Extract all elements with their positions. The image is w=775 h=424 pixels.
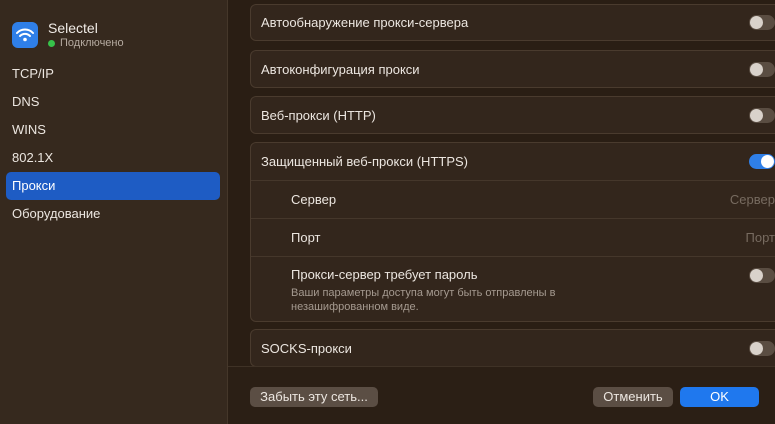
web-http-label: Веб-прокси (HTTP)	[261, 107, 376, 123]
https-port-input[interactable]: Порт	[746, 230, 775, 245]
sidebar-item-wins[interactable]: WINS	[6, 116, 220, 144]
ok-button[interactable]: OK	[680, 387, 759, 407]
sidebar-item-proxy[interactable]: Прокси	[6, 172, 220, 200]
auto-config-toggle[interactable]	[749, 61, 775, 77]
web-http-group: Веб-прокси (HTTP)	[250, 96, 775, 134]
forget-network-button[interactable]: Забыть эту сеть...	[250, 387, 378, 407]
auto-config-label: Автоконфигурация прокси	[261, 61, 420, 77]
password-required-label: Прокси-сервер требует пароль	[291, 267, 478, 282]
web-http-toggle[interactable]	[749, 107, 775, 123]
footer-bar: Забыть эту сеть... Отменить OK	[228, 366, 775, 424]
network-status-label: Подключено	[60, 37, 124, 49]
network-status: Подключено	[48, 37, 124, 50]
wifi-icon	[12, 22, 38, 48]
cancel-button[interactable]: Отменить	[593, 387, 673, 407]
web-https-toggle[interactable]	[749, 154, 775, 169]
socks-label: SOCKS-прокси	[261, 340, 352, 356]
network-header: Selectel Подключено	[12, 20, 124, 50]
auto-discovery-toggle[interactable]	[749, 15, 775, 30]
password-hint: Ваши параметры доступа могут быть отправ…	[291, 287, 556, 313]
proxy-settings-panel: Автообнаружение прокси-сервера Автоконфи…	[228, 0, 775, 424]
auto-discovery-group: Автообнаружение прокси-сервера	[250, 4, 775, 41]
socks-group: SOCKS-прокси	[250, 329, 775, 367]
password-required-toggle[interactable]	[749, 268, 775, 283]
web-https-label: Защищенный веб-прокси (HTTPS)	[261, 154, 468, 169]
auto-discovery-label: Автообнаружение прокси-сервера	[261, 15, 469, 30]
network-name: Selectel	[48, 20, 98, 36]
sidebar-item-8021x[interactable]: 802.1X	[6, 144, 220, 172]
sidebar-item-hardware[interactable]: Оборудование	[6, 200, 220, 228]
sidebar-list: TCP/IP DNS WINS 802.1X Прокси Оборудован…	[6, 60, 220, 228]
sidebar: Selectel Подключено TCP/IP DNS WINS 802.…	[0, 0, 228, 424]
sidebar-item-tcpip[interactable]: TCP/IP	[6, 60, 220, 88]
network-settings-window: Selectel Подключено TCP/IP DNS WINS 802.…	[0, 0, 775, 424]
https-port-label: Порт	[291, 230, 321, 245]
sidebar-item-dns[interactable]: DNS	[6, 88, 220, 116]
https-server-label: Сервер	[291, 192, 337, 207]
socks-toggle[interactable]	[749, 340, 775, 356]
web-https-group: Защищенный веб-прокси (HTTPS) Сервер Сер…	[250, 142, 775, 322]
status-dot-icon	[48, 40, 55, 47]
https-server-input[interactable]: Сервер	[730, 192, 775, 207]
auto-config-group: Автоконфигурация прокси	[250, 50, 775, 88]
